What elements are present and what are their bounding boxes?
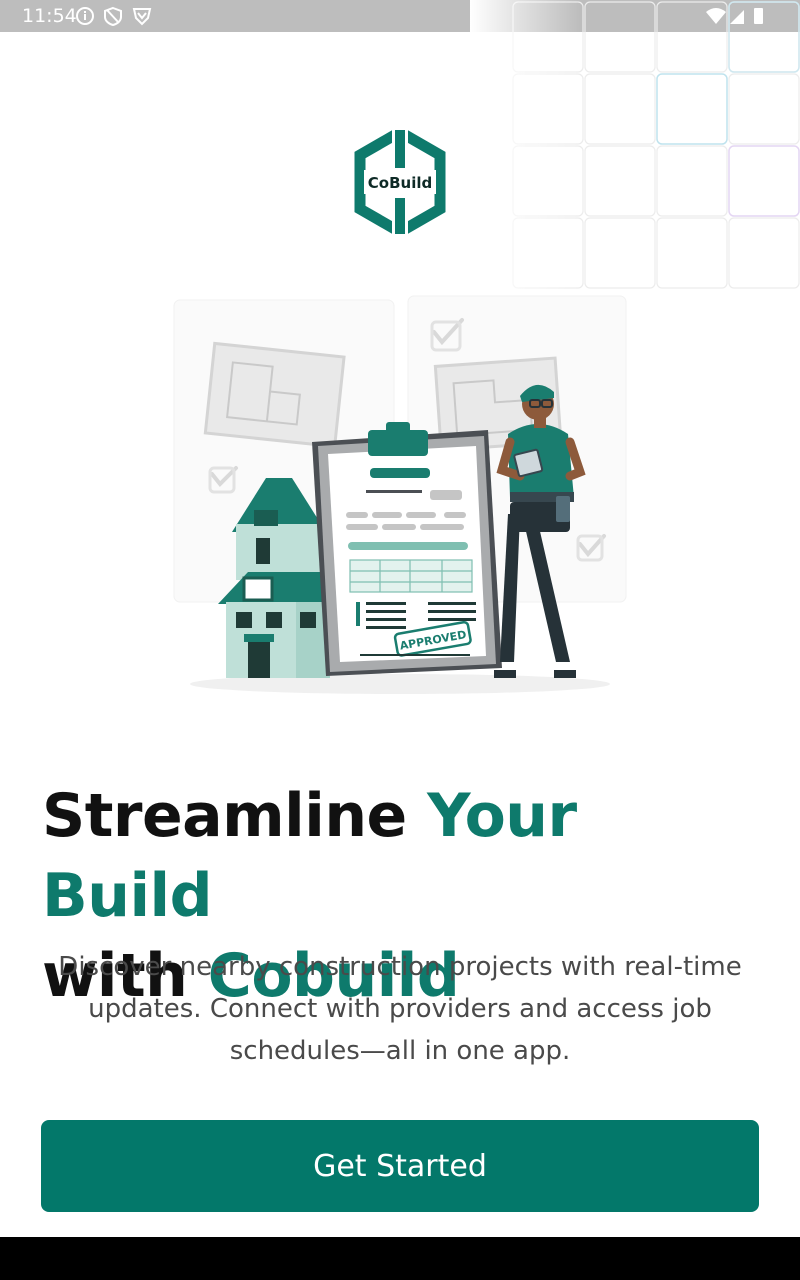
clipboard: APPROVED <box>312 422 502 676</box>
get-started-label: Get Started <box>313 1148 487 1184</box>
get-started-button[interactable]: Get Started <box>41 1120 759 1212</box>
headline-part-1: Streamline <box>42 781 428 851</box>
status-time: 11:54 <box>22 5 77 27</box>
info-icon <box>76 7 94 25</box>
cobuild-logo: CoBuild <box>354 128 446 236</box>
blueprint-left <box>203 341 346 449</box>
subtitle: Discover nearby construction projects wi… <box>58 952 742 1066</box>
status-left-icons <box>76 6 152 26</box>
decorative-grid <box>470 0 800 300</box>
vpn-shield-icon <box>132 8 152 26</box>
system-navigation-bar <box>0 1237 800 1280</box>
shield-icon <box>104 6 122 26</box>
logo-text: CoBuild <box>368 174 432 192</box>
construction-illustration: APPROVED <box>173 295 627 694</box>
